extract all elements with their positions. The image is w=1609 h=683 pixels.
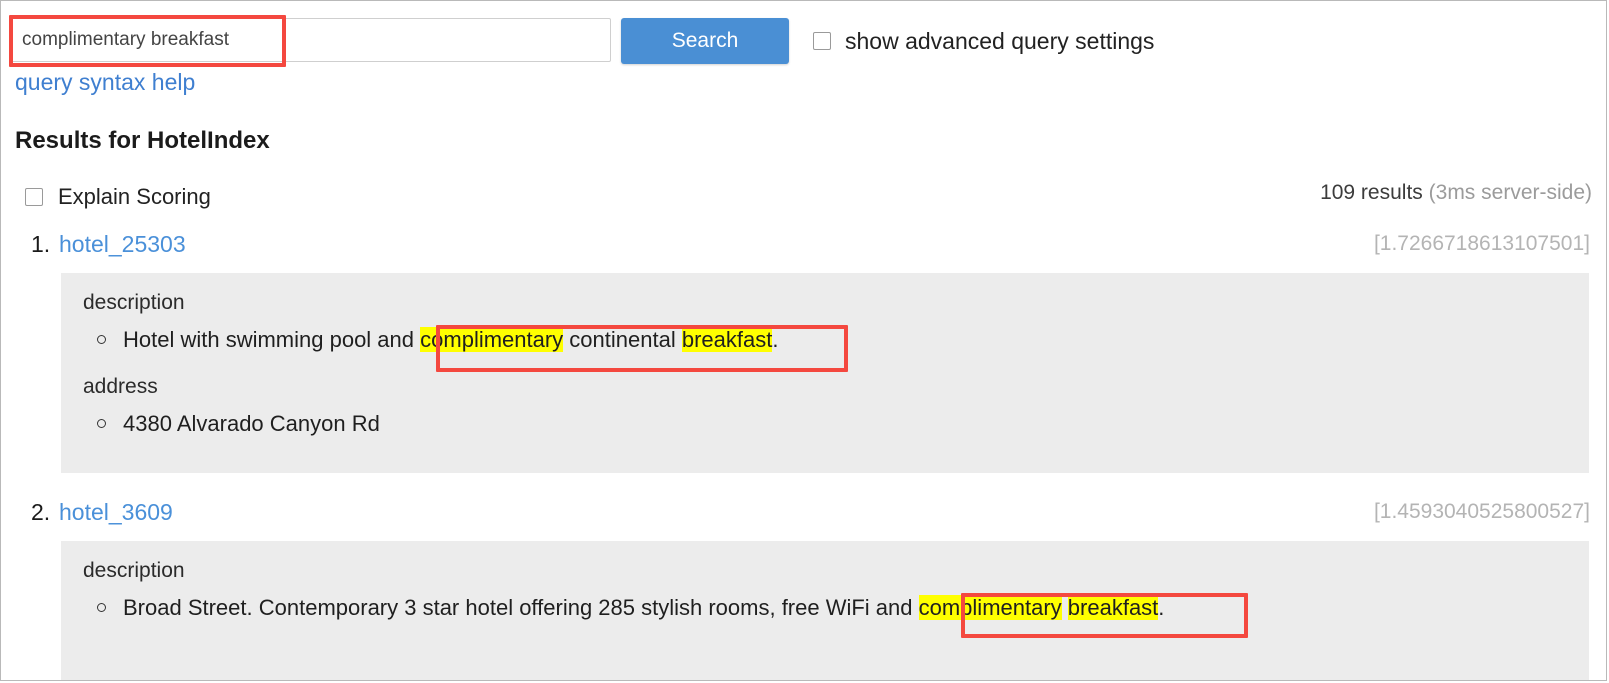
field-name: description [83, 291, 185, 314]
result-score: [1.7266718613107501] [1373, 232, 1590, 255]
highlighted-term: complimentary [918, 595, 1062, 620]
result-doc-link[interactable]: hotel_3609 [59, 499, 173, 526]
explain-scoring-checkbox[interactable] [25, 188, 43, 206]
result-fields-card: description Hotel with swimming pool and … [61, 273, 1589, 473]
field-value-list: Hotel with swimming pool and complimenta… [61, 315, 1589, 357]
show-advanced-query-settings-checkbox[interactable] [813, 32, 831, 50]
search-bar: Search show advanced query settings [9, 18, 1154, 64]
result-rank: 2. [31, 499, 51, 525]
result-count-value: 109 results [1320, 181, 1423, 204]
result-header: 2. hotel_3609 [1.4593040525800527] [1, 499, 1606, 535]
result-fields-card: description Broad Street. Contemporary 3 … [61, 541, 1589, 680]
highlighted-term: breakfast [681, 327, 773, 352]
result-timing: (3ms server-side) [1428, 181, 1592, 204]
query-syntax-help-link[interactable]: query syntax help [15, 69, 195, 96]
show-advanced-query-settings-label: show advanced query settings [845, 27, 1155, 54]
field-name: description [83, 559, 185, 582]
result-doc-link[interactable]: hotel_25303 [59, 231, 186, 258]
field-value: 4380 Alvarado Canyon Rd [97, 407, 1589, 441]
explain-scoring-label: Explain Scoring [58, 184, 211, 209]
result-item: 1. hotel_25303 [1.7266718613107501] descrip… [1, 231, 1606, 473]
explain-scoring-toggle[interactable]: Explain Scoring [25, 184, 211, 210]
field-value-list: 4380 Alvarado Canyon Rd [61, 399, 1589, 441]
field-value: Hotel with swimming pool and complimenta… [97, 323, 1589, 357]
search-button[interactable]: Search [621, 18, 789, 64]
highlighted-term: breakfast [1067, 595, 1159, 620]
highlighted-term: complimentary [420, 327, 564, 352]
results-title: Results for HotelIndex [15, 127, 270, 154]
result-score: [1.4593040525800527] [1373, 500, 1590, 523]
search-input[interactable] [9, 18, 611, 62]
result-item: 2. hotel_3609 [1.4593040525800527] descript… [1, 499, 1606, 680]
field-name: address [83, 375, 158, 398]
search-results-page: Search show advanced query settings quer… [0, 0, 1607, 681]
result-header: 1. hotel_25303 [1.7266718613107501] [1, 231, 1606, 267]
field-value: Broad Street. Contemporary 3 star hotel … [97, 591, 1589, 625]
result-rank: 1. [31, 231, 51, 257]
field-value-list: Broad Street. Contemporary 3 star hotel … [61, 583, 1589, 625]
result-count: 109 results (3ms server-side) [1320, 181, 1592, 205]
advanced-settings-toggle[interactable]: show advanced query settings [813, 18, 1154, 64]
